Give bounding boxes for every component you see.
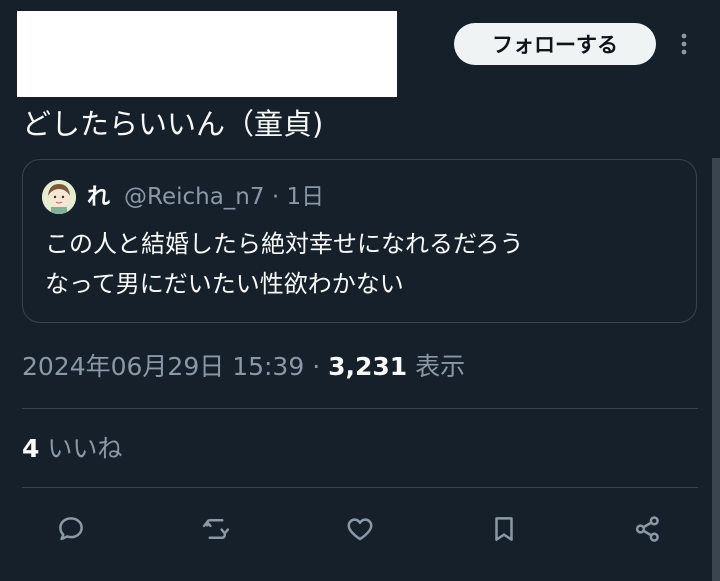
tweet-text: どしたらいいん（童貞)	[22, 107, 324, 141]
divider	[22, 487, 698, 488]
likes-count: 4	[22, 434, 40, 463]
quote-text-line-1: この人と結婚したら絶対幸せになれるだろう	[45, 230, 524, 258]
follow-button[interactable]: フォローする	[454, 23, 656, 65]
timestamp[interactable]: 2024年06月29日 15:39	[22, 352, 304, 381]
quote-handle-text: @Reicha_n7	[124, 184, 265, 210]
divider	[22, 408, 698, 409]
quote-author-name[interactable]: れ	[87, 181, 110, 213]
likes-summary[interactable]: 4 いいね	[22, 431, 122, 467]
scrollbar[interactable]	[712, 158, 720, 581]
quote-author-handle[interactable]: @Reicha_n7 · 1日	[124, 181, 324, 213]
more-vertical-icon[interactable]	[673, 29, 695, 59]
reply-icon[interactable]	[54, 512, 88, 546]
retweet-icon[interactable]	[199, 512, 233, 546]
views-count: 3,231	[328, 352, 408, 381]
meta-separator: ·	[312, 352, 321, 381]
tweet-meta: 2024年06月29日 15:39 · 3,231 表示	[22, 349, 465, 385]
heart-icon[interactable]	[343, 512, 377, 546]
share-icon[interactable]	[631, 512, 665, 546]
quoted-tweet-card[interactable]: れ @Reicha_n7 · 1日 この人と結婚したら絶対幸せになれるだろう な…	[22, 159, 697, 323]
quote-separator: ·	[271, 184, 280, 210]
redacted-author-block	[17, 11, 397, 97]
quote-age: 1日	[286, 184, 325, 210]
bookmark-icon[interactable]	[487, 512, 521, 546]
likes-label: いいね	[47, 434, 123, 463]
quote-text-line-2: なって男にだいたい性欲わかない	[45, 270, 404, 298]
tweet-detail-view: フォローする どしたらいいん（童貞) れ @Reicha_n7 · 1日 この人…	[0, 0, 720, 581]
avatar[interactable]	[42, 180, 76, 214]
views-label: 表示	[415, 352, 466, 381]
